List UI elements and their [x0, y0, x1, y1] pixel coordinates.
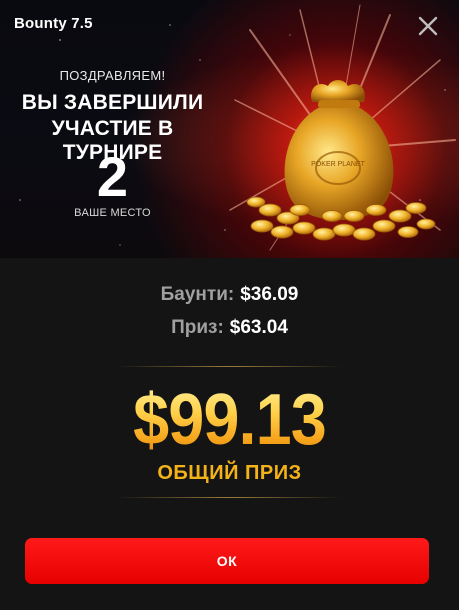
tournament-result-dialog: Bounty 7.5 ПОЗДРАВЛЯЕМ! ВЫ ЗАВЕРШИЛИ УЧА…: [0, 0, 459, 610]
divider-top: [116, 366, 343, 367]
window-title: Bounty 7.5: [14, 15, 93, 32]
bounty-row: Баунти: $36.09: [0, 284, 459, 306]
close-button[interactable]: [414, 12, 442, 40]
money-bag-icon: POKER PLANET: [246, 80, 436, 241]
total-prize-label: ОБЩИЙ ПРИЗ: [157, 462, 302, 484]
result-banner: Bounty 7.5 ПОЗДРАВЛЯЕМ! ВЫ ЗАВЕРШИЛИ УЧА…: [0, 0, 459, 258]
prize-row: Приз: $63.04: [0, 317, 459, 339]
ok-button[interactable]: ОК: [25, 538, 429, 584]
bounty-value: $36.09: [240, 284, 299, 305]
divider-bottom: [116, 497, 343, 498]
congrats-text: ПОЗДРАВЛЯЕМ!: [59, 68, 166, 83]
headline-line-1: ВЫ ЗАВЕРШИЛИ: [21, 91, 204, 114]
prize-value: $63.04: [229, 317, 288, 338]
place-number: 2: [96, 145, 129, 208]
close-icon: [418, 16, 438, 36]
place-label: ВАШЕ МЕСТО: [74, 207, 151, 219]
bag-label: POKER PLANET: [311, 161, 365, 168]
prize-label: Приз:: [171, 317, 224, 338]
bounty-label: Баунти:: [160, 284, 235, 305]
total-prize-amount: $99.13: [23, 378, 436, 462]
